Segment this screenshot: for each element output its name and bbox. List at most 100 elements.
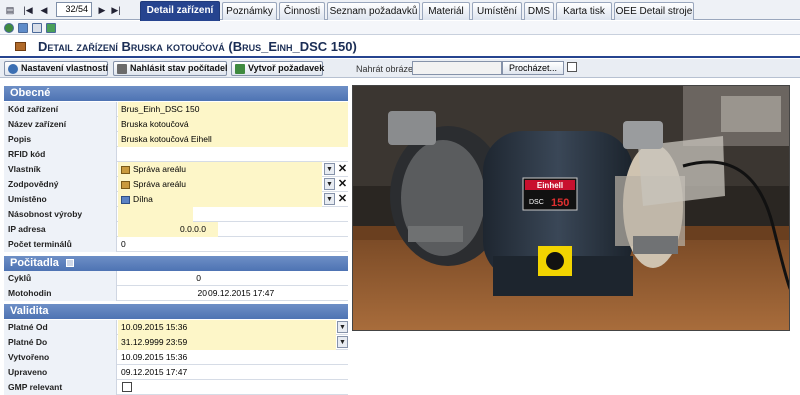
field-rfid: RFID kód: [4, 147, 348, 162]
export-icon[interactable]: [46, 23, 56, 33]
valid-from-picker-button[interactable]: ▼: [337, 321, 348, 333]
cycles-date: [204, 271, 344, 286]
location-dropdown-button[interactable]: ▼: [324, 193, 335, 205]
counters-title: Počitadla: [10, 257, 59, 269]
print-icon[interactable]: [32, 23, 42, 33]
location-value: Dílna: [133, 194, 153, 204]
create-button-label: Vytvoř požadavek: [248, 63, 325, 73]
section-validity-header: Validita: [4, 304, 348, 319]
counter-row-motohours: Motohodin 20 09.12.2015 17:47: [4, 286, 348, 301]
field-label: Cyklů: [4, 271, 117, 286]
responsible-dropdown-button[interactable]: ▼: [324, 178, 335, 190]
field-label: Umístěno: [4, 192, 117, 207]
field-code: Kód zařízení Brus_Einh_DSC 150: [4, 102, 348, 117]
tab-location[interactable]: Umístění: [472, 2, 522, 20]
page-title: Detail zařízení Bruska kotoučová (Brus_E…: [38, 39, 357, 54]
rfid-input[interactable]: [118, 147, 348, 162]
field-label: Popis: [4, 132, 117, 147]
field-label: Platné Od: [4, 320, 117, 335]
machine-photo: Einhell DSC 150: [352, 85, 790, 331]
tab-material[interactable]: Materiál: [422, 2, 470, 20]
report-button-label: Nahlásit stav počítadel: [130, 63, 228, 73]
field-label: Motohodin: [4, 286, 117, 301]
field-label: Počet terminálů: [4, 237, 117, 252]
counter-edit-icon[interactable]: [65, 259, 74, 268]
field-gmp: GMP relevant: [4, 380, 348, 395]
multiplicity-input[interactable]: [118, 207, 193, 222]
field-label: Zodpovědný: [4, 177, 117, 192]
browse-button[interactable]: Procházet...: [502, 61, 564, 75]
motohours-value: 20: [197, 288, 207, 298]
equipment-icon: [15, 42, 26, 51]
valid-to-picker-button[interactable]: ▼: [337, 336, 348, 348]
valid-to-input[interactable]: 31.12.9999 23:59: [118, 335, 336, 350]
field-ip: IP adresa 0.0.0.0: [4, 222, 348, 237]
field-label: Násobnost výroby: [4, 207, 117, 222]
field-valid-from: Platné Od 10.09.2015 15:36 ▼: [4, 320, 348, 335]
location-select[interactable]: Dílna: [118, 192, 322, 207]
settings-icon: [8, 64, 18, 74]
save-icon[interactable]: [18, 23, 28, 33]
settings-button[interactable]: Nastavení vlastností: [4, 61, 108, 76]
field-label: RFID kód: [4, 147, 117, 162]
top-bar: ▤ |◀ ◀ 32/54 ▶ ▶| Detail zařízení Poznám…: [0, 0, 800, 21]
field-multiplicity: Násobnost výroby: [4, 207, 348, 222]
field-label: Vlastník: [4, 162, 117, 177]
refresh-icon[interactable]: [4, 23, 14, 33]
field-owner: Vlastník Správa areálu ▼ ✕: [4, 162, 348, 177]
field-label: Kód zařízení: [4, 102, 117, 117]
section-general-header: Obecné: [4, 86, 348, 101]
page-header: Detail zařízení Bruska kotoučová (Brus_E…: [0, 36, 800, 58]
ip-input[interactable]: 0.0.0.0: [118, 222, 218, 237]
prev-record-button[interactable]: ◀: [38, 4, 50, 16]
motohours-date: 09.12.2015 17:47: [208, 288, 275, 298]
create-request-button[interactable]: Vytvoř požadavek: [231, 61, 325, 76]
action-bar: Nastavení vlastností Nahlásit stav počít…: [0, 59, 800, 78]
machine-model-number: 150: [551, 197, 569, 209]
field-label: GMP relevant: [4, 380, 117, 395]
section-counters-header: Počitadla: [4, 256, 348, 271]
copy-icon[interactable]: ▤: [4, 4, 16, 16]
terminals-input[interactable]: 0: [118, 237, 348, 252]
code-input[interactable]: Brus_Einh_DSC 150: [118, 102, 348, 117]
record-counter-input[interactable]: 32/54: [56, 2, 92, 17]
last-record-button[interactable]: ▶|: [110, 4, 122, 16]
report-counters-button[interactable]: Nahlásit stav počítadel: [113, 61, 228, 76]
tab-print-card[interactable]: Karta tisk: [556, 2, 612, 20]
field-label: Platné Do: [4, 335, 117, 350]
machine-brand-label: Einhell: [537, 181, 563, 190]
tab-activities[interactable]: Činnosti: [279, 2, 325, 20]
responsible-clear-button[interactable]: ✕: [337, 177, 348, 191]
counter-row-cycles: Cyklů 0: [4, 271, 348, 286]
tab-oee[interactable]: OEE Detail stroje: [614, 2, 694, 20]
workshop-icon: [121, 195, 130, 204]
field-updated: Upraveno 09.12.2015 17:47: [4, 365, 348, 380]
owner-select[interactable]: Správa areálu: [118, 162, 322, 177]
responsible-value: Správa areálu: [133, 179, 186, 189]
toolbar: [0, 21, 800, 35]
tab-requests[interactable]: Seznam požadavků: [327, 2, 420, 20]
tab-notes[interactable]: Poznámky: [222, 2, 277, 20]
valid-from-input[interactable]: 10.09.2015 15:36: [118, 320, 336, 335]
next-record-button[interactable]: ▶: [96, 4, 108, 16]
field-label: Vytvořeno: [4, 350, 117, 365]
owner-dropdown-button[interactable]: ▼: [324, 163, 335, 175]
field-label: IP adresa: [4, 222, 117, 237]
description-input[interactable]: Bruska kotoučová Eihell: [118, 132, 348, 147]
field-label: Upraveno: [4, 365, 117, 380]
name-input[interactable]: Bruska kotoučová: [118, 117, 348, 132]
field-valid-to: Platné Do 31.12.9999 23:59 ▼: [4, 335, 348, 350]
field-location: Umístěno Dílna ▼ ✕: [4, 192, 348, 207]
location-clear-button[interactable]: ✕: [337, 192, 348, 206]
field-terminals: Počet terminálů 0: [4, 237, 348, 252]
owner-clear-button[interactable]: ✕: [337, 162, 348, 176]
gmp-checkbox[interactable]: [122, 382, 132, 392]
settings-button-label: Nastavení vlastností: [21, 63, 109, 73]
first-record-button[interactable]: |◀: [22, 4, 34, 16]
upload-checkbox[interactable]: [567, 62, 577, 72]
tab-detail[interactable]: Detail zařízení: [140, 1, 220, 21]
owner-value: Správa areálu: [133, 164, 186, 174]
upload-file-field[interactable]: [412, 61, 502, 75]
tab-dms[interactable]: DMS: [524, 2, 554, 20]
responsible-select[interactable]: Správa areálu: [118, 177, 322, 192]
